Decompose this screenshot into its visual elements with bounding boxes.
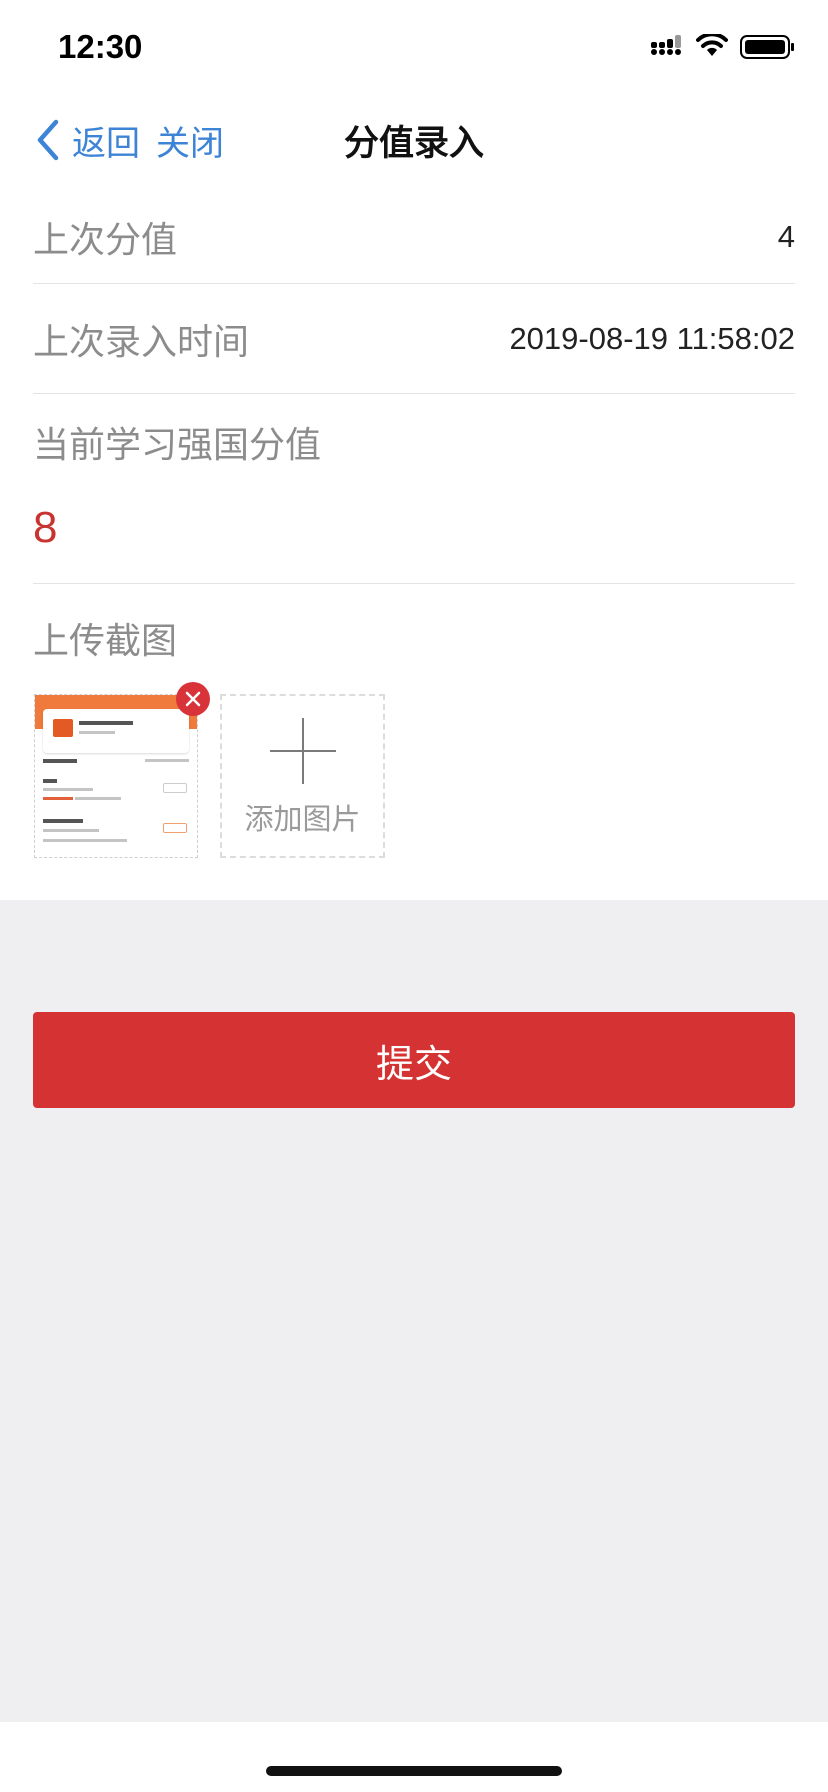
previous-score-row: 上次分值 4	[33, 190, 795, 284]
add-image-label: 添加图片	[244, 802, 361, 836]
status-time: 12:30	[58, 28, 143, 65]
submit-button[interactable]: 提交	[33, 1012, 795, 1108]
navigation-bar: 分值录入 返回 关闭	[0, 100, 828, 190]
previous-time-row: 上次录入时间 2019-08-19 11:58:02	[33, 284, 795, 394]
gift-icon	[53, 719, 73, 737]
close-button[interactable]: 关闭	[156, 110, 224, 170]
delete-image-icon[interactable]	[176, 682, 210, 716]
previous-time-value: 2019-08-19 11:58:02	[509, 320, 795, 356]
close-icon	[185, 691, 201, 707]
previous-score-label: 上次分值	[33, 219, 178, 261]
current-score-label: 当前学习强国分值	[33, 425, 322, 466]
add-image-button[interactable]: 添加图片	[220, 694, 385, 858]
plus-icon	[270, 718, 336, 784]
home-indicator-area	[0, 1722, 828, 1792]
chevron-left-icon	[37, 119, 59, 161]
previous-time-label: 上次录入时间	[33, 321, 250, 363]
battery-icon	[740, 35, 794, 59]
current-score-input[interactable]	[33, 498, 795, 558]
back-label: 返回	[72, 123, 140, 164]
status-bar: 12:30	[0, 0, 828, 100]
cellular-signal-icon	[651, 35, 681, 55]
screenshot-preview	[35, 695, 197, 857]
current-score-section: 当前学习强国分值	[33, 394, 795, 584]
home-indicator[interactable]	[266, 1766, 562, 1776]
previous-score-value: 4	[777, 218, 795, 254]
back-button[interactable]: 返回	[30, 110, 140, 170]
wifi-icon	[696, 34, 728, 56]
screenshot-thumbnail[interactable]	[34, 694, 198, 858]
upload-screenshot-label: 上传截图	[33, 621, 178, 662]
